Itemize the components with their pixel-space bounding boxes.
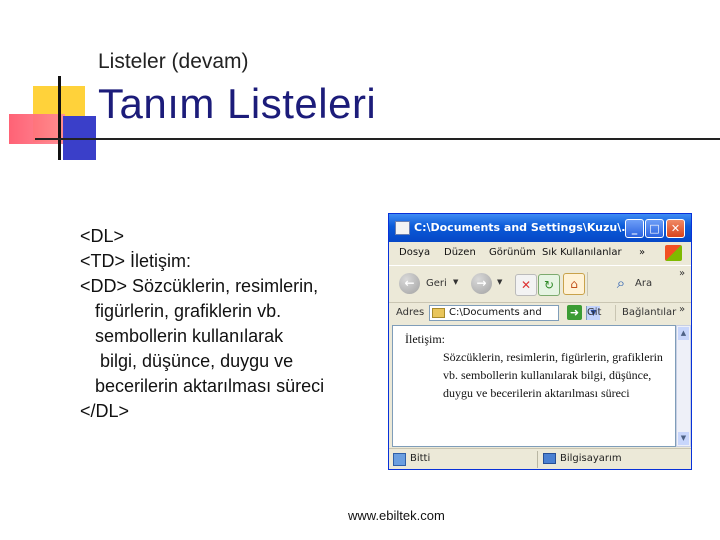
- minimize-button[interactable]: _: [625, 219, 644, 238]
- code-line: <DD> Sözcüklerin, resimlerin,: [80, 276, 319, 296]
- code-block: <DL> <TD> İletişim: <DD> Sözcüklerin, re…: [80, 224, 324, 424]
- address-bar: Adres C:\Documents and Se ▼ ➜ Git Bağlan…: [389, 302, 691, 324]
- search-label[interactable]: Ara: [635, 278, 652, 289]
- forward-dropdown-icon[interactable]: ▼: [497, 278, 502, 286]
- code-line: </DL>: [80, 401, 130, 421]
- logo-vertical-line: [58, 76, 61, 160]
- folder-icon: [432, 308, 445, 318]
- close-button[interactable]: ✕: [666, 219, 685, 238]
- stop-icon[interactable]: ✕: [515, 274, 537, 296]
- browser-window: C:\Documents and Settings\Kuzu\... _ □ ✕…: [388, 213, 692, 470]
- windows-logo-icon: [665, 245, 682, 261]
- slide-subtitle: Listeler (devam): [98, 50, 249, 73]
- toolbar-separator: [587, 272, 588, 296]
- refresh-icon[interactable]: ↻: [538, 274, 560, 296]
- scroll-up-icon[interactable]: ▲: [678, 327, 689, 340]
- links-label[interactable]: Bağlantılar: [622, 307, 676, 318]
- back-label[interactable]: Geri: [426, 278, 447, 289]
- menu-view[interactable]: Görünüm: [489, 247, 536, 258]
- code-line: becerilerin aktarılması süreci: [80, 376, 325, 396]
- window-title: C:\Documents and Settings\Kuzu\...: [414, 221, 634, 234]
- status-text: Bitti: [410, 453, 431, 464]
- my-computer-icon: [543, 453, 556, 464]
- forward-arrow-icon[interactable]: →: [471, 273, 492, 294]
- window-titlebar[interactable]: C:\Documents and Settings\Kuzu\... _ □ ✕: [389, 214, 691, 242]
- page-done-icon: [393, 453, 406, 466]
- status-bar: Bitti Bilgisayarım: [389, 448, 691, 469]
- maximize-button[interactable]: □: [645, 219, 664, 238]
- toolbar-more-chevron[interactable]: »: [679, 268, 685, 279]
- address-input[interactable]: C:\Documents and Se ▼: [429, 305, 600, 321]
- menu-more-chevron[interactable]: »: [639, 247, 645, 258]
- code-line: bilgi, düşünce, duygu ve: [80, 351, 294, 371]
- scroll-down-icon[interactable]: ▼: [678, 432, 689, 445]
- go-arrow-icon[interactable]: ➜: [567, 305, 582, 320]
- menu-edit[interactable]: Düzen: [444, 247, 476, 258]
- search-icon[interactable]: ⌕: [611, 273, 631, 293]
- toolbar: ← Geri ▼ → ▼ ✕ ↻ ⌂ ⌕ Ara »: [389, 265, 691, 303]
- menu-file[interactable]: Dosya: [399, 247, 430, 258]
- slide-title: Tanım Listeleri: [98, 80, 377, 127]
- back-dropdown-icon[interactable]: ▼: [453, 278, 458, 286]
- back-arrow-icon[interactable]: ←: [399, 273, 420, 294]
- code-line: sembollerin kullanılarak: [80, 326, 284, 346]
- menu-favorites[interactable]: Sık Kullanılanlar: [542, 247, 622, 258]
- code-line: <TD> İletişim:: [80, 251, 192, 271]
- code-line: figürlerin, grafiklerin vb.: [80, 301, 282, 321]
- zone-text: Bilgisayarım: [560, 453, 622, 464]
- menu-bar: Dosya Düzen Görünüm Sık Kullanılanlar »: [389, 243, 691, 264]
- address-value[interactable]: C:\Documents and Se: [449, 307, 545, 318]
- vertical-scrollbar[interactable]: ▲ ▼: [676, 325, 691, 447]
- status-separator: [537, 451, 538, 468]
- title-divider: [35, 138, 720, 140]
- code-line: <DL>: [80, 226, 125, 246]
- address-label: Adres: [396, 307, 425, 318]
- footer-url: www.ebiltek.com: [348, 508, 445, 523]
- definition-description: Sözcüklerin, resimlerin, figürlerin, gra…: [443, 350, 663, 400]
- home-icon[interactable]: ⌂: [563, 273, 585, 295]
- definition-term: İletişim:: [405, 332, 445, 346]
- folder-window-icon: [395, 221, 410, 235]
- page-content: İletişim: Sözcüklerin, resimlerin, figür…: [392, 325, 676, 447]
- links-more-chevron[interactable]: »: [679, 304, 685, 315]
- address-separator: [615, 305, 616, 321]
- go-button[interactable]: Git: [587, 307, 601, 318]
